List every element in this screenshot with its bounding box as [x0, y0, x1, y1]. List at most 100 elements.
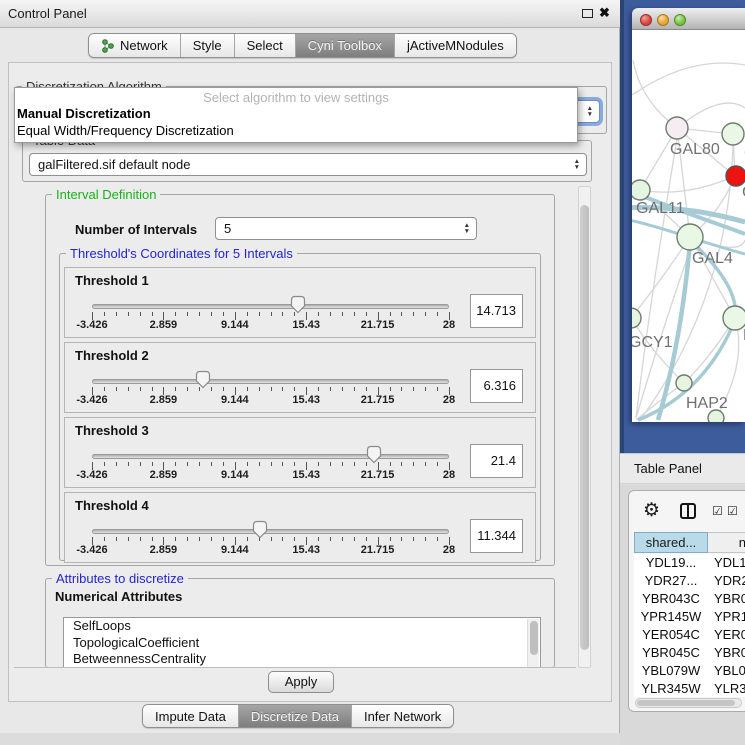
tab-network[interactable]: Network — [89, 34, 180, 57]
cell-shared-name[interactable]: YLR345W — [634, 680, 708, 697]
tab-discretize-data[interactable]: Discretize Data — [238, 705, 351, 727]
cell-shared-name[interactable]: YDL19... — [634, 554, 708, 572]
table-row[interactable]: YBR043CYBR0 — [634, 590, 745, 608]
cell-name[interactable]: YDL1 — [708, 554, 745, 572]
attribute-item[interactable]: TopologicalCoefficient — [64, 635, 540, 652]
checkbox-icon[interactable]: ☑ — [727, 504, 738, 518]
tab-label: Select — [247, 38, 283, 53]
tick-mark — [140, 537, 141, 541]
threshold-row-4: Threshold 4-3.4262.8599.14415.4321.71528… — [64, 492, 536, 563]
tab-infer-network[interactable]: Infer Network — [351, 705, 453, 727]
apply-button[interactable]: Apply — [268, 671, 334, 693]
network-node-hap2[interactable] — [676, 375, 692, 391]
slider-thumb[interactable] — [366, 445, 382, 464]
num-intervals-combobox[interactable]: 5 ▲▼ — [215, 217, 477, 240]
cell-name[interactable]: YBL0 — [708, 662, 745, 680]
column-header-shared[interactable]: shared... — [634, 532, 708, 553]
threshold-value-field[interactable]: 21.4 — [470, 444, 523, 478]
tick-mark — [282, 537, 283, 541]
tick-label: 9.144 — [221, 544, 249, 556]
slider-thumb[interactable] — [252, 520, 268, 539]
list-scrollbar-thumb[interactable] — [530, 621, 538, 655]
combo-stepper-icon: ▲▼ — [587, 101, 593, 122]
list-scrollbar[interactable] — [527, 619, 539, 668]
cell-name[interactable]: YPR1 — [708, 608, 745, 626]
tab-impute-data[interactable]: Impute Data — [143, 705, 238, 727]
tab-style[interactable]: Style — [180, 34, 234, 57]
cell-name[interactable]: YBR0 — [708, 590, 745, 608]
tick-mark — [425, 537, 426, 541]
table-data-combobox[interactable]: galFiltered.sif default node ▲▼ — [29, 153, 587, 176]
top-tab-bar: NetworkStyle Select Cyni ToolboxjActiveMNo… — [88, 33, 517, 58]
tick-label: -3.426 — [76, 319, 107, 331]
tick-label: 9.144 — [221, 469, 249, 481]
network-node-gal11[interactable] — [632, 180, 650, 200]
cell-shared-name[interactable]: YBL079W — [634, 662, 708, 680]
close-traffic-light-icon[interactable] — [640, 14, 652, 26]
slider-track[interactable] — [92, 304, 449, 309]
tab-jactivemnodules[interactable]: jActiveMNodules — [394, 34, 516, 57]
cell-shared-name[interactable]: YBR043C — [634, 590, 708, 608]
table-horizontal-scrollbar[interactable] — [635, 698, 742, 708]
slider-track[interactable] — [92, 454, 449, 459]
node-label: GAL4 — [692, 250, 733, 267]
column-header-name[interactable]: n — [708, 532, 745, 553]
cell-name[interactable]: YBR0 — [708, 644, 745, 662]
table-scrollbar-thumb[interactable] — [637, 700, 735, 706]
panel-scrollbar-thumb[interactable] — [580, 205, 589, 650]
table-row[interactable]: YER054CYER0 — [634, 626, 745, 644]
network-node-gcy1[interactable] — [632, 308, 641, 328]
threshold-value-field[interactable]: 11.344 — [470, 519, 523, 553]
table-row[interactable]: YBL079WYBL0 — [634, 662, 745, 680]
attribute-item[interactable]: BetweennessCentrality — [64, 651, 540, 668]
popup-item-manual-discretization[interactable]: Manual Discretization — [15, 105, 577, 122]
cell-shared-name[interactable]: YPR145W — [634, 608, 708, 626]
tick-mark — [401, 387, 402, 391]
tab-select[interactable]: Select — [234, 34, 295, 57]
network-node-h[interactable] — [723, 306, 745, 330]
table-row[interactable]: YPR145WYPR1 — [634, 608, 745, 626]
tick-mark — [282, 462, 283, 466]
control-panel: Control Panel ✖ NetworkStyleSelectCyni T… — [0, 0, 620, 733]
tick-mark — [128, 312, 129, 316]
cell-shared-name[interactable]: YBR045C — [634, 644, 708, 662]
threshold-value-field[interactable]: 14.713 — [470, 294, 523, 328]
panel-scrollbar[interactable] — [578, 186, 591, 668]
popup-item-equal-width-frequency[interactable]: Equal Width/Frequency Discretization — [15, 122, 577, 139]
threshold-value-field[interactable]: 6.316 — [470, 369, 523, 403]
tick-label: 9.144 — [221, 319, 249, 331]
zoom-traffic-light-icon[interactable] — [674, 14, 686, 26]
tick-mark — [413, 387, 414, 391]
table-row[interactable]: YLR345WYLR3 — [634, 680, 745, 697]
minimize-traffic-light-icon[interactable] — [657, 14, 669, 26]
gear-icon[interactable]: ⚙ — [643, 501, 660, 520]
numerical-attributes-list[interactable]: SelfLoopsTopologicalCoefficientBetweenne… — [63, 617, 541, 668]
slider-thumb[interactable] — [195, 370, 211, 389]
table-row[interactable]: YBR045CYBR0 — [634, 644, 745, 662]
network-node-ga[interactable] — [722, 123, 744, 145]
close-icon[interactable]: ✖ — [599, 5, 610, 21]
cell-name[interactable]: YER0 — [708, 626, 745, 644]
network-node-c[interactable] — [726, 166, 745, 186]
network-node-gal80[interactable] — [666, 117, 688, 139]
attribute-item[interactable]: SelfLoops — [64, 618, 540, 635]
cell-shared-name[interactable]: YER054C — [634, 626, 708, 644]
slider-thumb[interactable] — [290, 295, 306, 314]
cell-shared-name[interactable]: YDR27... — [634, 572, 708, 590]
cell-name[interactable]: YLR3 — [708, 680, 745, 697]
checkbox-icon[interactable]: ☑ — [712, 504, 723, 518]
tick-label: 9.144 — [221, 394, 249, 406]
table-row[interactable]: YDR27...YDR2 — [634, 572, 745, 590]
network-canvas[interactable]: GAL80GACGAL11GAL4GCY1HHAP2 — [632, 30, 745, 422]
float-window-icon[interactable] — [582, 9, 593, 18]
tick-mark — [354, 387, 355, 391]
tick-mark — [318, 537, 319, 541]
cell-name[interactable]: YDR2 — [708, 572, 745, 590]
split-columns-icon[interactable] — [680, 503, 696, 519]
table-row[interactable]: YDL19...YDL1 — [634, 554, 745, 572]
slider-track[interactable] — [92, 529, 449, 534]
slider-track[interactable] — [92, 379, 449, 384]
tick-mark — [152, 537, 153, 541]
tab-cyni-toolbox[interactable]: Cyni Toolbox — [295, 34, 394, 57]
network-node-gal4[interactable] — [677, 224, 703, 250]
